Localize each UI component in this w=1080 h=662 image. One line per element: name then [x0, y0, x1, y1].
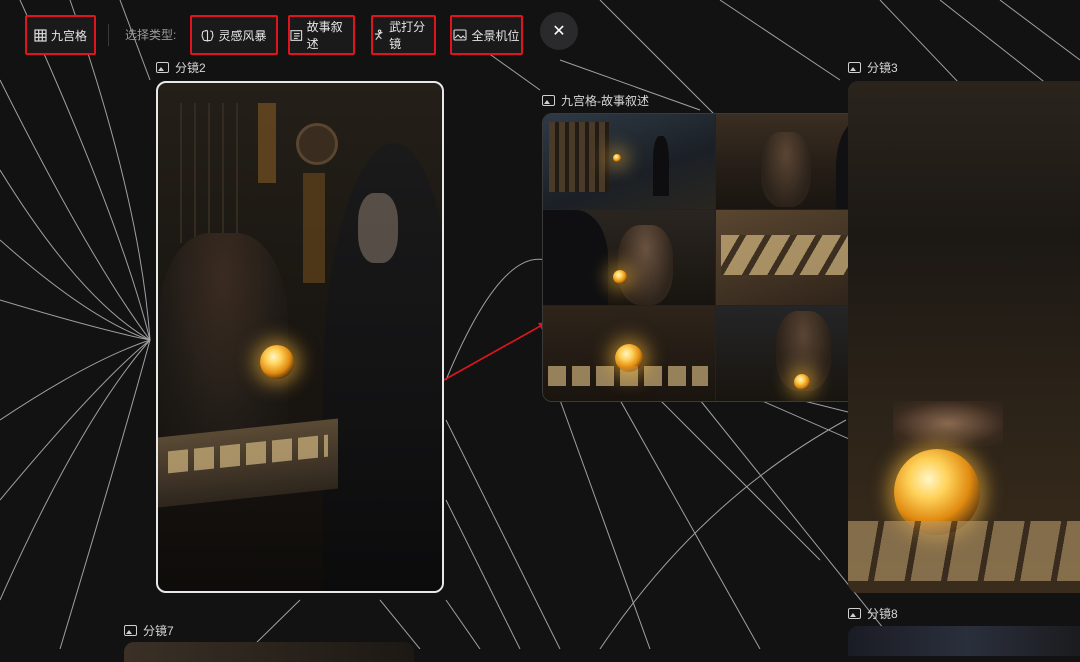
connector-arrow [443, 323, 545, 381]
hooded-figure-small [653, 136, 669, 196]
tarot-cards [848, 521, 1080, 581]
image-icon [124, 625, 137, 636]
grid-story-title-text: 九宫格-故事叙述 [561, 94, 649, 108]
panorama-camera-button[interactable]: 全景机位 [450, 15, 523, 55]
hands [893, 401, 1003, 446]
glowing-orb [615, 344, 643, 372]
hooded-face [358, 193, 398, 263]
grid-icon [34, 28, 47, 42]
swords-rack [168, 103, 248, 243]
story-narration-button[interactable]: 故事叙述 [288, 15, 355, 55]
image-icon [453, 29, 468, 41]
hanging-scrolls [258, 103, 276, 183]
shot8-image[interactable] [848, 626, 1080, 656]
story-narration-label: 故事叙述 [306, 20, 343, 51]
image-icon [848, 608, 861, 619]
old-man-figure [618, 225, 673, 305]
glowing-orb [613, 270, 627, 284]
shot8-title-text: 分镜8 [867, 607, 898, 621]
shot3-image[interactable] [848, 81, 1080, 593]
shot8-title: 分镜8 [848, 605, 898, 622]
martial-arts-label: 武打分镜 [389, 20, 426, 51]
toolbar-divider [108, 24, 109, 46]
lantern-glow [613, 154, 621, 162]
old-man-figure [158, 233, 288, 453]
image-icon [542, 95, 555, 106]
old-man-figure [760, 132, 811, 207]
grid-type-label: 九宫格 [50, 28, 87, 43]
glowing-orb [793, 374, 810, 390]
brainstorm-button[interactable]: 灵感风暴 [190, 15, 278, 55]
grid-type-button[interactable]: 九宫格 [25, 15, 96, 55]
select-type-label: 选择类型: [125, 28, 177, 42]
grid-cell-4 [543, 210, 715, 305]
hooded-figure [543, 210, 608, 305]
brain-icon [202, 29, 214, 42]
martial-arts-storyboard-button[interactable]: 武打分镜 [371, 15, 436, 55]
toolbar: 九宫格 选择类型: 灵感风暴 故事叙述 武打分镜 全景机位 [24, 12, 584, 58]
document-list-icon [290, 29, 303, 41]
grid-story-title: 九宫格-故事叙述 [542, 92, 649, 109]
shot7-title-text: 分镜7 [143, 624, 174, 638]
panorama-label: 全景机位 [471, 28, 520, 43]
shot7-title: 分镜7 [124, 622, 174, 639]
yin-yang-disc [296, 123, 338, 165]
close-icon: ✕ [552, 23, 566, 40]
glowing-orb [260, 345, 294, 379]
grid-cell-1 [543, 114, 715, 209]
grid-cell-7 [543, 306, 715, 401]
fighter-icon [374, 29, 383, 40]
hanging-scrolls [303, 173, 325, 283]
image-icon [156, 62, 169, 73]
shot3-title: 分镜3 [848, 59, 898, 76]
shop-shelves [549, 122, 609, 192]
shot3-title-text: 分镜3 [867, 61, 898, 75]
image-icon [848, 62, 861, 73]
shot2-title-text: 分镜2 [175, 61, 206, 75]
shot7-image[interactable] [124, 642, 414, 662]
close-button[interactable]: ✕ [540, 12, 578, 50]
shot2-title: 分镜2 [156, 59, 206, 76]
shot2-image[interactable] [156, 81, 444, 593]
brainstorm-label: 灵感风暴 [218, 28, 267, 43]
